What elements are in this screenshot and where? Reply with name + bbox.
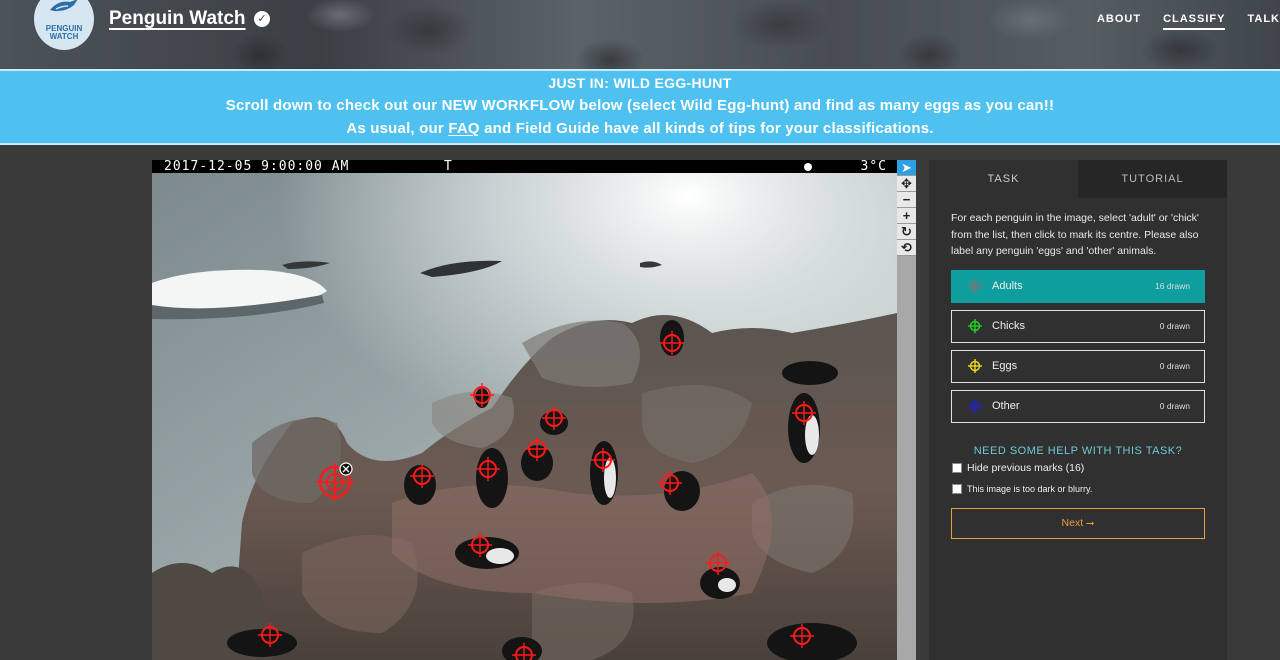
choice-chicks[interactable]: Chicks 0 drawn — [951, 309, 1205, 343]
zoom-in-button[interactable]: + — [897, 208, 916, 224]
choice-other[interactable]: Other 0 drawn — [951, 389, 1205, 423]
task-choices: Adults 16 drawn Chicks 0 drawn Eggs 0 dr… — [951, 269, 1205, 423]
faq-link[interactable]: FAQ — [448, 120, 479, 137]
checkbox-box[interactable] — [952, 483, 962, 494]
subject-image-viewer[interactable]: 2017-12-05 9:00:00 AM T 3°C — [152, 160, 897, 660]
banner-line-faq: As usual, our FAQ and Field Guide have a… — [346, 120, 934, 137]
crosshair-icon — [968, 319, 982, 333]
main-nav: ABOUT CLASSIFY TALK — [1075, 13, 1280, 30]
panel-tabs: TASK TUTORIAL — [929, 160, 1227, 198]
site-header: PENGUIN WATCH Penguin Watch ✓ ABOUT CLAS… — [0, 0, 1280, 69]
camera-temperature: 3°C — [860, 160, 887, 174]
zoom-out-button[interactable]: − — [897, 192, 916, 208]
too-dark-checkbox[interactable]: This image is too dark or blurry. — [952, 483, 1227, 494]
banner-heading: JUST IN: WILD EGG-HUNT — [548, 75, 732, 91]
next-button[interactable]: Next ⭢ — [951, 507, 1205, 539]
chicks-count: 0 drawn — [1159, 321, 1190, 331]
choice-eggs[interactable]: Eggs 0 drawn — [951, 349, 1205, 383]
penguin-colony-photo — [152, 173, 897, 660]
crosshair-icon — [968, 399, 982, 413]
other-count: 0 drawn — [1159, 401, 1190, 411]
tab-task[interactable]: TASK — [929, 160, 1078, 198]
nav-about[interactable]: ABOUT — [1097, 13, 1141, 30]
camera-letter: T — [444, 160, 453, 174]
camera-timestamp: 2017-12-05 9:00:00 AM — [164, 160, 350, 174]
tab-tutorial[interactable]: TUTORIAL — [1078, 160, 1227, 198]
help-link[interactable]: NEED SOME HELP WITH THIS TASK? — [929, 445, 1227, 457]
pan-tool-button[interactable]: ✥ — [897, 176, 916, 192]
choice-adults[interactable]: Adults 16 drawn — [951, 269, 1205, 303]
checkbox-box[interactable] — [952, 462, 962, 473]
reset-view-button[interactable]: ⟲ — [897, 240, 916, 256]
camera-info-bar: 2017-12-05 9:00:00 AM T 3°C — [152, 160, 897, 173]
verified-badge-icon: ✓ — [254, 11, 270, 27]
eggs-count: 0 drawn — [1159, 361, 1190, 371]
task-panel: TASK TUTORIAL For each penguin in the im… — [929, 160, 1227, 660]
delete-mark-icon[interactable] — [339, 462, 353, 476]
task-instructions: For each penguin in the image, select 'a… — [951, 212, 1199, 257]
logo-text: PENGUIN WATCH — [45, 24, 83, 41]
crosshair-icon — [968, 359, 982, 373]
moon-phase-icon — [804, 163, 812, 171]
pointer-tool-button[interactable]: ➤ — [897, 160, 916, 176]
adults-count: 16 drawn — [1155, 281, 1190, 291]
hide-previous-marks-checkbox[interactable]: Hide previous marks (16) — [952, 462, 1227, 474]
image-toolbar: ➤ ✥ − + ↻ ⟲ — [897, 160, 916, 660]
crosshair-icon — [968, 279, 982, 293]
nav-classify[interactable]: CLASSIFY — [1163, 13, 1226, 30]
announcement-banner: JUST IN: WILD EGG-HUNT Scroll down to ch… — [0, 69, 1280, 145]
banner-line-workflow: Scroll down to check out our NEW WORKFLO… — [225, 97, 1055, 114]
rotate-button[interactable]: ↻ — [897, 224, 916, 240]
nav-talk[interactable]: TALK — [1247, 13, 1280, 30]
penguin-logo-icon — [50, 0, 78, 12]
project-title-link[interactable]: Penguin Watch — [109, 8, 246, 30]
